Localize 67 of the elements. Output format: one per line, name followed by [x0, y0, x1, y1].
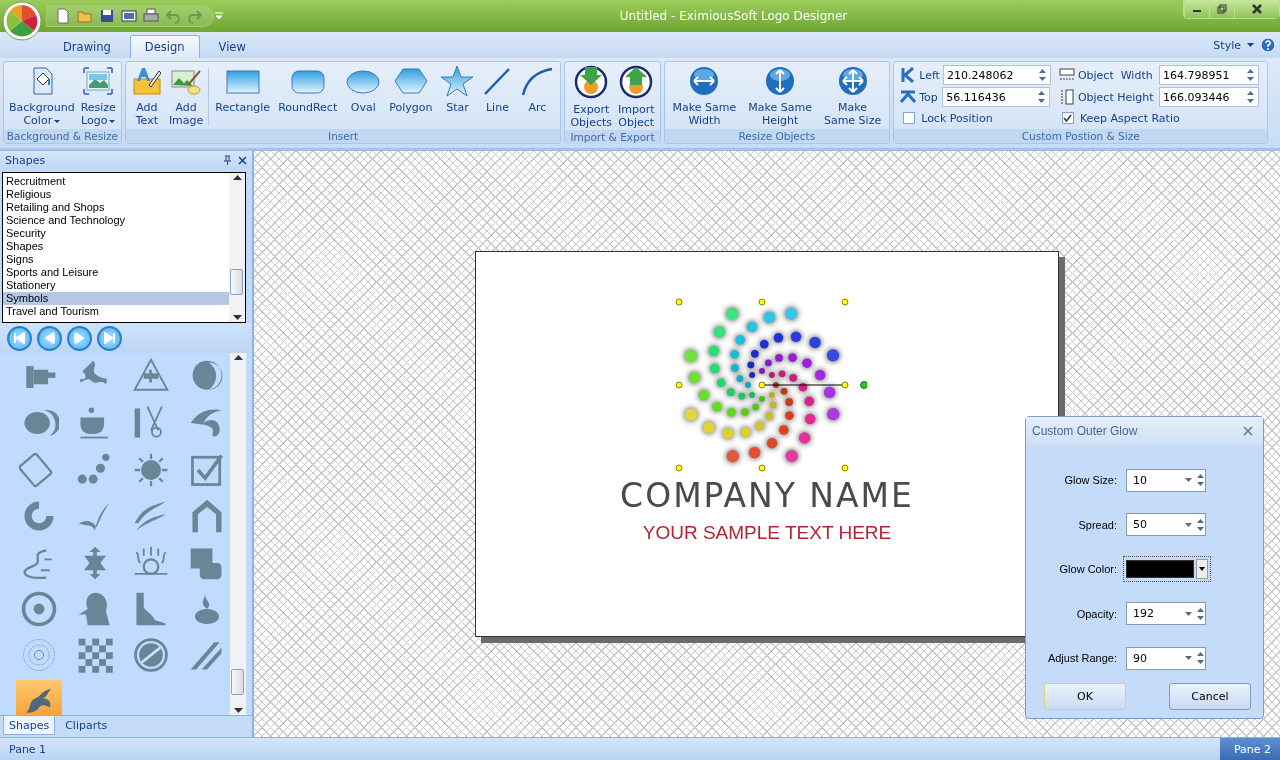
- dialog-title: Custom Outer Glow: [1032, 424, 1138, 438]
- ribbon-tab[interactable]: Design: [129, 35, 200, 58]
- category-item[interactable]: Symbols: [3, 292, 229, 305]
- category-item[interactable]: Security: [3, 227, 229, 240]
- ribbon-button[interactable]: Oval: [341, 64, 386, 115]
- field-label: Glow Color:: [1058, 563, 1118, 575]
- category-item[interactable]: Stationery: [3, 279, 229, 292]
- group-title: Import & Export: [565, 130, 660, 144]
- field-label: Object Width: [1077, 68, 1154, 82]
- checkbox-label: Lock Position: [921, 111, 993, 125]
- dialog-button[interactable]: OK: [1044, 683, 1126, 710]
- category-item[interactable]: Retailing and Shops: [3, 201, 229, 214]
- ribbon-button[interactable]: Arc: [516, 64, 559, 115]
- status-text: Pane 1: [8, 742, 48, 756]
- field-label: Left: [919, 68, 940, 82]
- number-field[interactable]: 166.093446: [1158, 87, 1259, 107]
- ribbon-button[interactable]: Resize Logo: [77, 64, 119, 128]
- ribbon-button[interactable]: Make Same Height: [742, 64, 818, 128]
- number-field[interactable]: 10: [1126, 468, 1206, 492]
- ribbon-tab[interactable]: View: [203, 35, 261, 58]
- ribbon-button[interactable]: Add Text: [127, 64, 166, 128]
- company-name-text[interactable]: COMPANY NAME: [620, 478, 914, 514]
- group-title: Insert: [125, 129, 561, 143]
- ribbon-button[interactable]: Rectangle: [211, 64, 275, 115]
- panel-tab[interactable]: Shapes: [3, 716, 56, 735]
- ribbon-tab[interactable]: Drawing: [48, 35, 126, 58]
- number-field[interactable]: 50: [1126, 513, 1206, 536]
- ribbon-button[interactable]: Export Objects: [567, 64, 615, 130]
- group-title: Background & Resize: [4, 129, 121, 143]
- category-item[interactable]: Science and Technology: [3, 214, 229, 227]
- ribbon-button[interactable]: Background Color: [6, 64, 78, 128]
- category-item[interactable]: Religious: [3, 188, 229, 201]
- checkbox-label: Keep Aspect Ratio: [1079, 111, 1180, 125]
- ribbon-button[interactable]: Make Same Size: [817, 64, 888, 128]
- field-label: Top: [919, 90, 939, 104]
- ribbon-button[interactable]: Add Image: [165, 64, 207, 128]
- ribbon-button[interactable]: Star: [436, 64, 479, 115]
- category-item[interactable]: Travel and Tourism: [3, 305, 229, 318]
- field-label: Spread:: [1077, 518, 1118, 531]
- ribbon-button[interactable]: Import Object: [615, 64, 658, 130]
- category-item[interactable]: Shapes: [3, 240, 229, 253]
- number-field[interactable]: 56.116436: [942, 87, 1051, 107]
- number-field[interactable]: 192: [1126, 602, 1206, 625]
- design-canvas[interactable]: COMPANY NAME YOUR SAMPLE TEXT HERE Custom Outer Glow Glow Size: 10 Spread: 50 Glow Color: Opacity: 192 Adjust Range: 90 OK Cancel: [254, 151, 1280, 737]
- category-item[interactable]: Sports and Leisure: [3, 266, 229, 279]
- field-label: Object Height: [1077, 90, 1155, 104]
- ribbon-button[interactable]: RoundRect: [274, 64, 342, 115]
- field-label: Opacity:: [1075, 607, 1118, 620]
- window-title: Untitled - EximiousSoft Logo Designer: [618, 9, 849, 23]
- dialog-button[interactable]: Cancel: [1169, 683, 1251, 710]
- number-field[interactable]: 210.248062: [942, 65, 1051, 85]
- status-pane: Pane 2: [1219, 738, 1280, 760]
- number-field[interactable]: 164.798951: [1158, 65, 1259, 85]
- panel-tab[interactable]: Cliparts: [59, 716, 114, 735]
- ribbon-button[interactable]: Line: [478, 64, 517, 115]
- number-field[interactable]: 90: [1126, 646, 1206, 670]
- ribbon-button[interactable]: Make Same Width: [666, 64, 743, 128]
- group-title: Custom Postion & Size: [894, 129, 1268, 143]
- field-label: Glow Size:: [1063, 474, 1118, 486]
- category-item[interactable]: Signs: [3, 253, 229, 266]
- field-label: Adjust Range:: [1046, 652, 1118, 664]
- ribbon-button[interactable]: Polygon: [385, 64, 437, 115]
- style-menu[interactable]: Style: [1213, 38, 1254, 52]
- group-title: Resize Objects: [664, 129, 890, 143]
- panel-title: Shapes: [5, 153, 47, 167]
- tagline-text[interactable]: YOUR SAMPLE TEXT HERE: [642, 522, 892, 544]
- category-item[interactable]: Recruitment: [3, 175, 229, 188]
